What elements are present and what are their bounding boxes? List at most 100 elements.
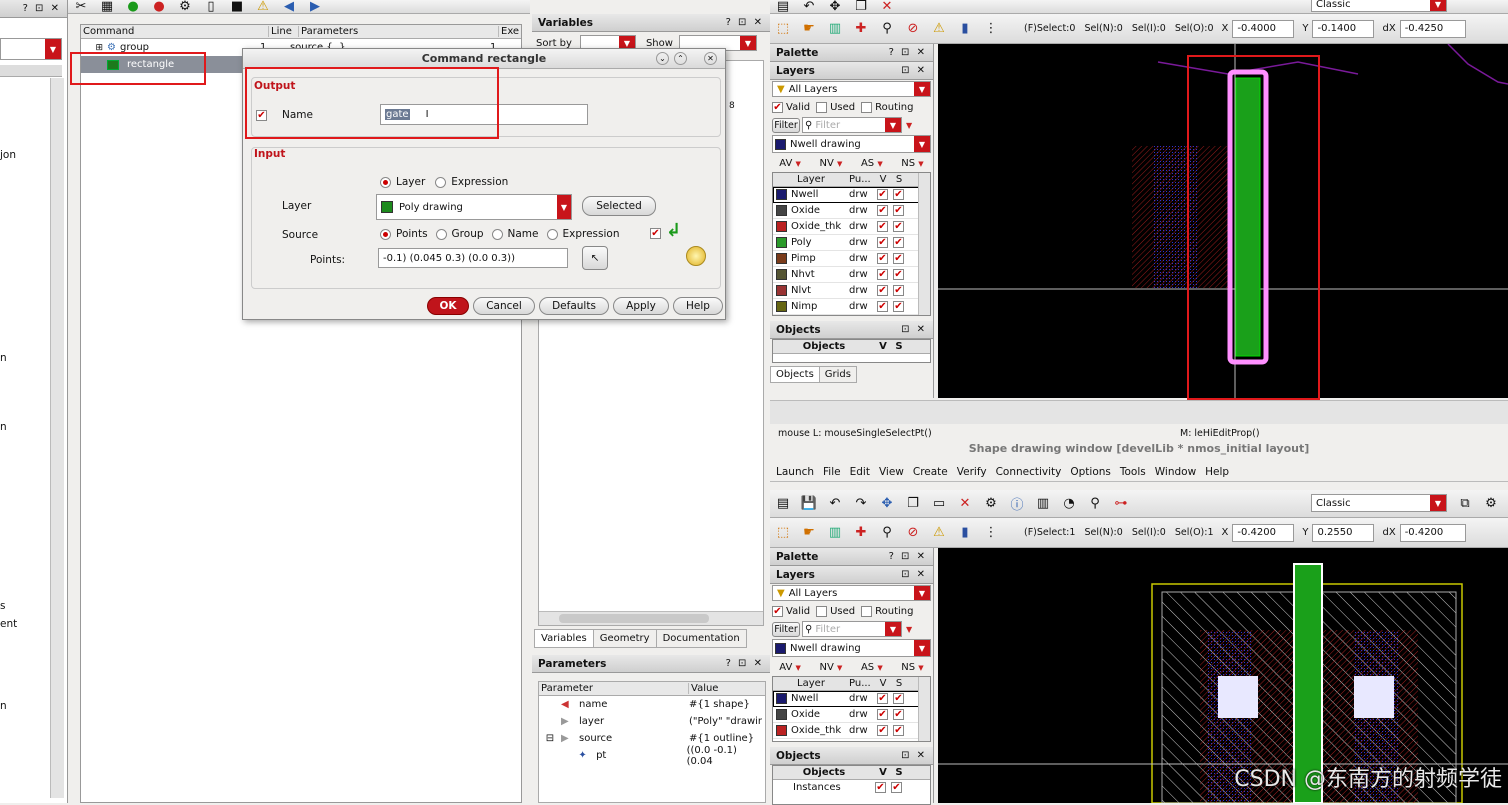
classic-combo[interactable]: Classic ▼ [1311, 0, 1447, 12]
selected-button[interactable]: Selected [582, 196, 656, 216]
used-checkbox[interactable] [816, 101, 828, 113]
redo-icon[interactable]: ▶ [305, 0, 325, 13]
settings-icon[interactable]: ⚙ [1481, 494, 1501, 512]
probe-icon[interactable]: ⊘ [903, 524, 923, 542]
collapse-icon[interactable]: ⊟ [539, 733, 561, 744]
ok-button[interactable]: OK [427, 297, 469, 315]
layer-row[interactable]: Nwell drw ✔ ✔ [773, 187, 930, 203]
menu-launch[interactable]: Launch [776, 466, 814, 478]
menu-verify[interactable]: Verify [957, 466, 987, 478]
menu-view[interactable]: View [879, 466, 904, 478]
history-icon[interactable]: ◔ [1059, 495, 1079, 513]
align-icon[interactable]: ▥ [1033, 495, 1053, 513]
layer-radio[interactable] [380, 176, 391, 188]
open-icon[interactable]: ▤ [773, 0, 793, 13]
cut-icon[interactable]: ✂ [71, 0, 91, 13]
cross-icon[interactable]: ✚ [851, 524, 871, 542]
window-icon[interactable]: ⧉ [1455, 494, 1475, 512]
expression-source-radio[interactable] [546, 228, 558, 240]
menu-window[interactable]: Window [1155, 466, 1196, 478]
bottom-x-field[interactable]: -0.4200 [1232, 523, 1295, 542]
visible-checkbox[interactable]: ✔ [877, 237, 888, 248]
layer-row[interactable]: Nlvt drw ✔ ✔ [773, 283, 930, 299]
routing-checkbox[interactable] [861, 605, 873, 617]
valid-checkbox[interactable]: ✔ [772, 605, 783, 617]
route-icon[interactable]: ⊶ [1111, 495, 1131, 513]
visible-checkbox[interactable]: ✔ [877, 253, 888, 264]
hint-bulb-icon[interactable] [686, 246, 706, 266]
as-button[interactable]: AS ▼ [861, 662, 883, 673]
variables-hscroll[interactable] [539, 611, 763, 625]
filter-arrow-icon[interactable]: ▼ [906, 625, 912, 634]
apply-button[interactable]: Apply [613, 297, 669, 315]
run-icon[interactable]: ● [123, 0, 143, 13]
cancel-button[interactable]: Cancel [473, 297, 535, 315]
left-combo[interactable]: ▼ [0, 38, 62, 60]
ruler-icon[interactable]: ▥ [825, 20, 845, 38]
properties-icon[interactable]: ⚙ [981, 495, 1001, 513]
filter-input[interactable]: ⚲ Filter ▼ [802, 117, 902, 133]
layer-row[interactable]: Oxide drw ✔ ✔ [773, 203, 930, 219]
nv-button[interactable]: NV ▼ [819, 158, 842, 169]
tool-icon[interactable]: ⚙ [175, 0, 195, 13]
pick-points-button[interactable]: ↖ [582, 246, 608, 270]
top-x-field[interactable]: -0.4000 [1232, 19, 1295, 38]
col-command[interactable]: Command [81, 26, 269, 37]
param-row[interactable]: ◀ name #{1 shape} [539, 696, 765, 713]
param-row[interactable]: ▶ layer ("Poly" "drawir [539, 713, 765, 730]
visible-checkbox[interactable]: ✔ [877, 285, 888, 296]
redo-icon[interactable]: ↷ [851, 495, 871, 513]
selectable-checkbox[interactable]: ✔ [893, 301, 904, 312]
expression-radio[interactable] [435, 176, 447, 188]
visible-checkbox[interactable]: ✔ [877, 301, 888, 312]
lpp-combo[interactable]: Nwell drawing ▼ [772, 639, 931, 657]
info-icon[interactable]: ⓘ [1007, 495, 1027, 513]
ns-button[interactable]: NS ▼ [901, 158, 923, 169]
move-icon[interactable]: ✥ [825, 0, 845, 13]
menu-help[interactable]: Help [1205, 466, 1229, 478]
undo-icon[interactable]: ↶ [825, 495, 845, 513]
layer-row[interactable]: Nimp drw ✔ ✔ [773, 299, 930, 315]
tab-grids[interactable]: Grids [819, 365, 857, 383]
menu-connectivity[interactable]: Connectivity [996, 466, 1062, 478]
filter-arrow-icon[interactable]: ▼ [906, 121, 912, 130]
cross-icon[interactable]: ✚ [851, 20, 871, 38]
selectable-checkbox[interactable]: ✔ [893, 709, 904, 720]
top-dx-field[interactable]: -0.4250 [1399, 19, 1466, 38]
lpp-combo[interactable]: Nwell drawing ▼ [772, 135, 931, 153]
left-scrollbar[interactable] [50, 78, 64, 798]
selectable-checkbox[interactable]: ✔ [893, 725, 904, 736]
av-button[interactable]: AV ▼ [779, 158, 801, 169]
help-button[interactable]: Help [673, 297, 723, 315]
selectable-checkbox[interactable]: ✔ [893, 205, 904, 216]
col-line[interactable]: Line [269, 26, 299, 37]
layer-row[interactable]: Oxide drw ✔ ✔ [773, 707, 930, 723]
points-radio[interactable] [380, 228, 391, 240]
zoom-icon[interactable]: ⚲ [877, 20, 897, 38]
layer-scrollbar[interactable] [918, 173, 930, 315]
group-radio[interactable] [435, 228, 447, 240]
col-parameter[interactable]: Parameter [539, 683, 689, 694]
move-icon[interactable]: ✥ [877, 495, 897, 513]
grid-icon[interactable]: ▦ [97, 0, 117, 13]
delete-icon[interactable]: ✕ [955, 495, 975, 513]
layer-row[interactable]: Oxide_thk drw ✔ ✔ [773, 219, 930, 235]
visible-checkbox[interactable]: ✔ [877, 709, 888, 720]
name-radio[interactable] [491, 228, 503, 240]
visible-checkbox[interactable]: ✔ [877, 725, 888, 736]
classic-combo[interactable]: Classic ▼ [1311, 494, 1447, 512]
ruler2-icon[interactable]: ▮ [955, 20, 975, 38]
layer-row[interactable]: Oxide_thk drw ✔ ✔ [773, 723, 930, 739]
all-layers-combo[interactable]: ▼ All Layers ▼ [772, 81, 931, 97]
page-icon[interactable]: ▯ [201, 0, 221, 13]
top-hscroll[interactable] [770, 400, 1508, 424]
delete-icon[interactable]: ✕ [877, 0, 897, 13]
copy-icon[interactable]: ❐ [851, 0, 871, 13]
layer-row[interactable]: Pimp drw ✔ ✔ [773, 251, 930, 267]
source-checkbox[interactable]: ✔ [650, 228, 661, 239]
all-layers-combo[interactable]: ▼ All Layers ▼ [772, 585, 931, 601]
param-row[interactable]: ✦ pt ((0.0 -0.1) (0.04 [539, 745, 765, 767]
ns-button[interactable]: NS ▼ [901, 662, 923, 673]
routing-checkbox[interactable] [861, 101, 873, 113]
defaults-button[interactable]: Defaults [539, 297, 609, 315]
